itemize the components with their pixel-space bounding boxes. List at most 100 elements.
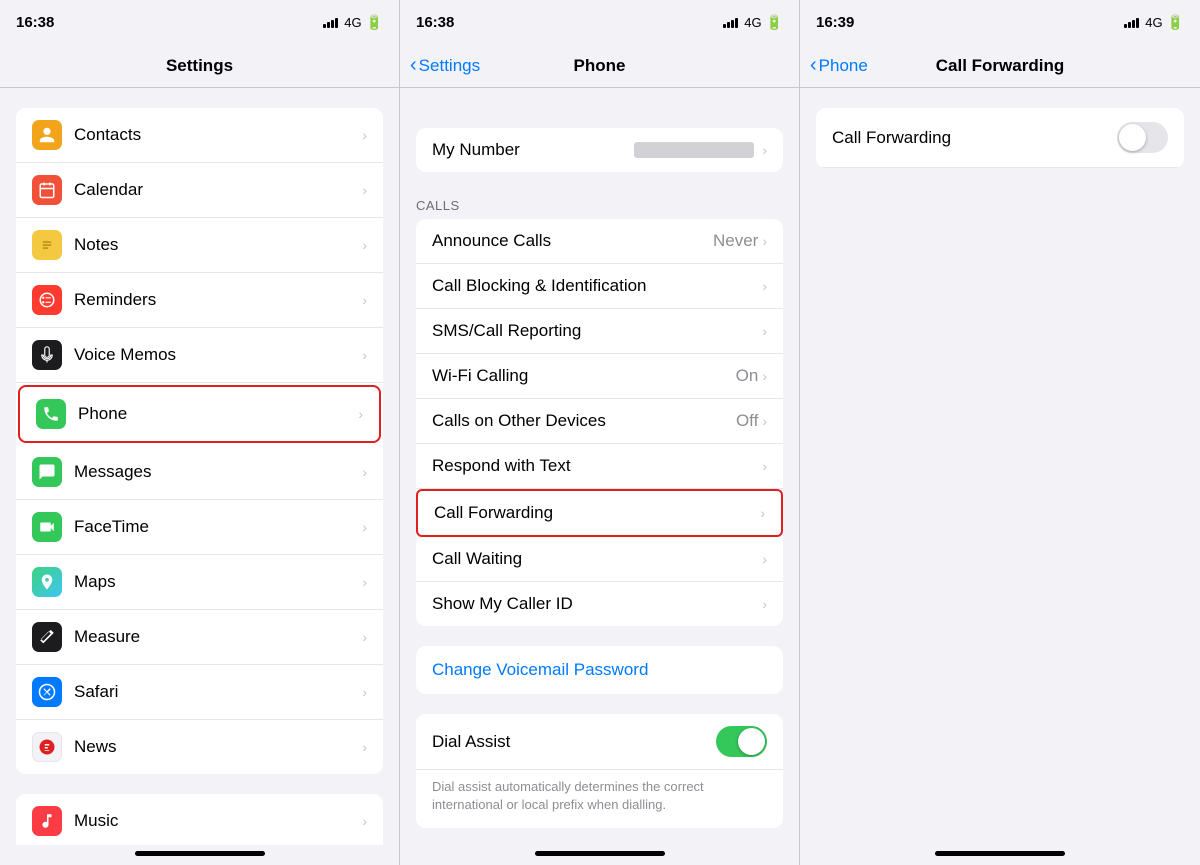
panel-forwarding: 16:39 4G 🔋 ‹ Phone Call Forwarding Call … [800, 0, 1200, 865]
sidebar-item-safari[interactable]: Safari › [16, 665, 383, 720]
sidebar-item-calendar[interactable]: Calendar › [16, 163, 383, 218]
safari-label: Safari [74, 682, 362, 702]
signal-icon-phone [723, 16, 738, 28]
sidebar-item-measure[interactable]: Measure › [16, 610, 383, 665]
forwarding-toggle-item[interactable]: Call Forwarding [816, 108, 1184, 168]
respond-text-label: Respond with Text [432, 456, 762, 476]
calls-other-chevron: › [762, 413, 767, 429]
home-bar-forwarding [935, 851, 1065, 856]
status-icons-settings: 4G 🔋 [323, 14, 383, 31]
wifi-calling-label: Wi-Fi Calling [432, 366, 736, 386]
sidebar-item-news[interactable]: News › [16, 720, 383, 774]
voicememos-chevron: › [362, 347, 367, 363]
maps-icon [32, 567, 62, 597]
status-time-forwarding: 16:39 [816, 14, 854, 31]
forwarding-toggle[interactable] [1117, 122, 1168, 153]
music-icon [32, 806, 62, 836]
show-caller-id-label: Show My Caller ID [432, 594, 762, 614]
phone-call-blocking[interactable]: Call Blocking & Identification › [416, 264, 783, 309]
sidebar-item-facetime[interactable]: FaceTime › [16, 500, 383, 555]
forwarding-title: Call Forwarding [936, 56, 1064, 76]
reminders-chevron: › [362, 292, 367, 308]
dial-assist-desc-text: Dial assist automatically determines the… [432, 779, 704, 812]
contacts-label: Contacts [74, 125, 362, 145]
facetime-icon [32, 512, 62, 542]
call-forwarding-chevron: › [760, 505, 765, 521]
forwarding-back-button[interactable]: ‹ Phone [810, 54, 868, 77]
dial-assist-toggle[interactable] [716, 726, 767, 757]
home-bar-settings [135, 851, 265, 856]
sidebar-item-notes[interactable]: Notes › [16, 218, 383, 273]
reminders-label: Reminders [74, 290, 362, 310]
facetime-chevron: › [362, 519, 367, 535]
notes-chevron: › [362, 237, 367, 253]
voicemail-link[interactable]: Change Voicemail Password [416, 646, 783, 694]
settings-group-2: Music › TV › Photos › [16, 794, 383, 845]
home-indicator-phone [400, 845, 799, 865]
voicememos-label: Voice Memos [74, 345, 362, 365]
facetime-label: FaceTime [74, 517, 362, 537]
calls-other-value: Off [736, 411, 758, 431]
wifi-calling-value: On [736, 366, 759, 386]
messages-icon [32, 457, 62, 487]
sidebar-item-contacts[interactable]: Contacts › [16, 108, 383, 163]
measure-label: Measure [74, 627, 362, 647]
battery-icon-forwarding: 🔋 [1167, 14, 1184, 31]
phone-wifi-calling[interactable]: Wi-Fi Calling On › [416, 354, 783, 399]
sidebar-item-voicememos[interactable]: Voice Memos › [16, 328, 383, 383]
panel-settings: 16:38 4G 🔋 Settings Contacts › [0, 0, 400, 865]
contacts-chevron: › [362, 127, 367, 143]
phone-back-arrow: ‹ [410, 54, 417, 77]
messages-label: Messages [74, 462, 362, 482]
measure-icon [32, 622, 62, 652]
status-time-settings: 16:38 [16, 14, 54, 31]
call-blocking-chevron: › [762, 278, 767, 294]
calendar-label: Calendar [74, 180, 362, 200]
status-icons-phone: 4G 🔋 [723, 14, 783, 31]
phone-calls-other[interactable]: Calls on Other Devices Off › [416, 399, 783, 444]
dial-assist-description: Dial assist automatically determines the… [416, 770, 783, 828]
news-label: News [74, 737, 362, 757]
phone-show-caller-id[interactable]: Show My Caller ID › [416, 582, 783, 626]
phone-chevron: › [358, 406, 363, 422]
dial-assist-item[interactable]: Dial Assist [416, 714, 783, 770]
status-bar-settings: 16:38 4G 🔋 [0, 0, 399, 44]
news-chevron: › [362, 739, 367, 755]
sidebar-item-maps[interactable]: Maps › [16, 555, 383, 610]
notes-label: Notes [74, 235, 362, 255]
sms-call-chevron: › [762, 323, 767, 339]
network-type-forwarding: 4G [1145, 15, 1162, 30]
phone-call-waiting[interactable]: Call Waiting › [416, 537, 783, 582]
settings-title: Settings [166, 56, 233, 76]
measure-chevron: › [362, 629, 367, 645]
sidebar-item-reminders[interactable]: Reminders › [16, 273, 383, 328]
phone-announce-calls[interactable]: Announce Calls Never › [416, 219, 783, 264]
home-indicator-settings [0, 845, 399, 865]
call-waiting-chevron: › [762, 551, 767, 567]
calls-other-label: Calls on Other Devices [432, 411, 736, 431]
toggle-knob [738, 728, 765, 755]
sms-call-label: SMS/Call Reporting [432, 321, 762, 341]
sidebar-item-phone[interactable]: Phone › [18, 385, 381, 443]
phone-sms-call[interactable]: SMS/Call Reporting › [416, 309, 783, 354]
sidebar-item-messages[interactable]: Messages › [16, 445, 383, 500]
phone-back-button[interactable]: ‹ Settings [410, 54, 480, 77]
phone-my-number[interactable]: My Number › [416, 128, 783, 172]
battery-icon-phone: 🔋 [766, 14, 783, 31]
music-label: Music [74, 811, 362, 831]
phone-call-forwarding[interactable]: Call Forwarding › [416, 489, 783, 537]
maps-label: Maps [74, 572, 362, 592]
forwarding-toggle-knob [1119, 124, 1146, 151]
status-icons-forwarding: 4G 🔋 [1124, 14, 1184, 31]
music-chevron: › [362, 813, 367, 829]
status-time-phone: 16:38 [416, 14, 454, 31]
calendar-chevron: › [362, 182, 367, 198]
forwarding-content: Call Forwarding [800, 88, 1200, 188]
signal-icon-forwarding [1124, 16, 1139, 28]
sidebar-item-music[interactable]: Music › [16, 794, 383, 845]
contacts-icon [32, 120, 62, 150]
safari-icon [32, 677, 62, 707]
phone-respond-text[interactable]: Respond with Text › [416, 444, 783, 489]
settings-group-1: Contacts › Calendar › Notes › [16, 108, 383, 774]
status-bar-phone: 16:38 4G 🔋 [400, 0, 799, 44]
